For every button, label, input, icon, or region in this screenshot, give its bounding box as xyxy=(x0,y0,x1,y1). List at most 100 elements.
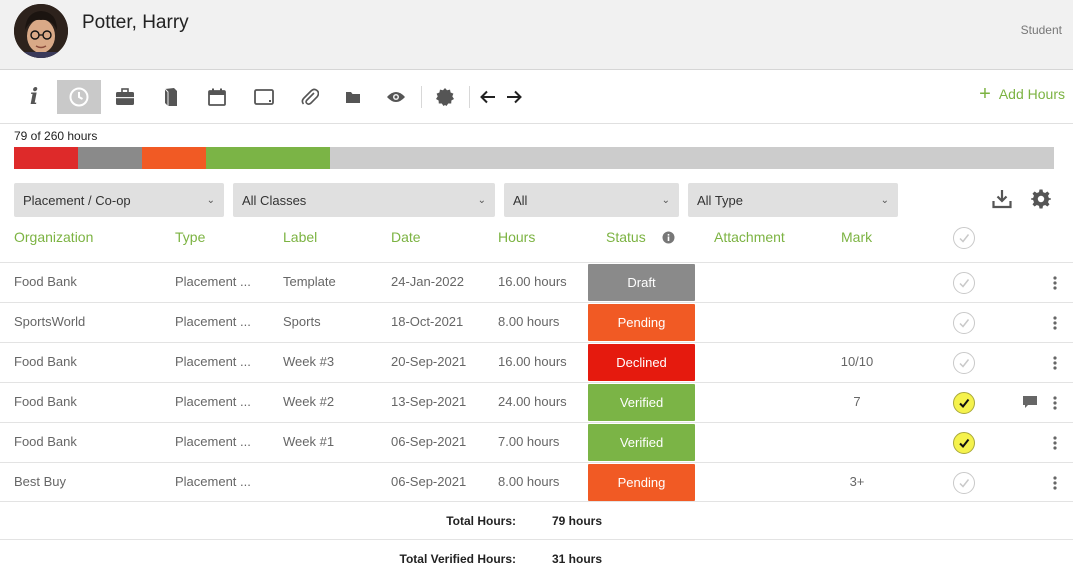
column-header-mark[interactable]: Mark xyxy=(841,229,872,245)
cell-type: Placement ... xyxy=(175,394,251,409)
verify-check-icon[interactable] xyxy=(953,272,975,294)
verify-check-icon[interactable] xyxy=(953,312,975,334)
cell-type: Placement ... xyxy=(175,314,251,329)
add-hours-label: Add Hours xyxy=(998,86,1065,102)
column-header-organization[interactable]: Organization xyxy=(14,229,93,245)
column-header-label[interactable]: Label xyxy=(283,229,317,245)
cell-type: Placement ... xyxy=(175,474,251,489)
status-badge: Declined xyxy=(588,344,695,381)
classes-filter-value: All Classes xyxy=(242,192,307,208)
chevron-down-icon: ⌄ xyxy=(880,194,889,206)
cell-type: Placement ... xyxy=(175,434,251,449)
badge-icon[interactable] xyxy=(423,80,467,114)
total-verified-hours-row: Total Verified Hours: 31 hours xyxy=(0,539,1073,570)
more-options-icon[interactable] xyxy=(1048,473,1062,493)
cell-label: Template xyxy=(283,274,336,289)
cell-hours: 8.00 hours xyxy=(498,474,560,489)
cell-organization: Food Bank xyxy=(14,394,77,409)
status-badge: Pending xyxy=(588,304,695,341)
progress-segment-draft xyxy=(78,147,142,169)
select-all-check-icon[interactable] xyxy=(953,227,975,249)
column-header-date[interactable]: Date xyxy=(391,229,421,245)
total-verified-hours-label: Total Verified Hours: xyxy=(399,552,516,566)
table-row[interactable]: Food Bank Placement ... Week #3 20-Sep-2… xyxy=(0,342,1073,382)
column-header-status[interactable]: Status xyxy=(606,229,646,245)
cell-date: 06-Sep-2021 xyxy=(391,474,467,489)
chevron-down-icon: ⌄ xyxy=(206,194,215,206)
info-icon[interactable]: i xyxy=(12,80,56,114)
folder-icon[interactable] xyxy=(331,80,375,114)
column-header-hours[interactable]: Hours xyxy=(498,229,535,245)
toolbar: i + Add Hours xyxy=(0,70,1073,124)
more-options-icon[interactable] xyxy=(1048,313,1062,333)
cell-mark: 7 xyxy=(853,394,861,409)
verify-check-icon[interactable] xyxy=(953,432,975,454)
cell-mark: 10/10 xyxy=(840,354,874,369)
cell-organization: Best Buy xyxy=(14,474,67,489)
cell-type: Placement ... xyxy=(175,274,251,289)
status-badge: Verified xyxy=(588,384,695,421)
cell-organization: Food Bank xyxy=(14,354,77,369)
cell-hours: 7.00 hours xyxy=(498,434,560,449)
total-verified-hours-value: 31 hours xyxy=(552,552,603,566)
role-label: Student xyxy=(1020,23,1062,37)
book-icon[interactable] xyxy=(149,80,193,114)
info-circle-icon[interactable] xyxy=(662,231,675,249)
comment-icon[interactable] xyxy=(1022,395,1038,414)
cell-hours: 16.00 hours xyxy=(498,354,567,369)
cell-type: Placement ... xyxy=(175,354,251,369)
verify-check-icon[interactable] xyxy=(953,472,975,494)
status-badge: Verified xyxy=(588,424,695,461)
total-hours-row: Total Hours: 79 hours xyxy=(0,501,1073,539)
classes-filter-select[interactable]: All Classes ⌄ xyxy=(233,183,495,217)
download-icon[interactable] xyxy=(990,187,1014,211)
total-hours-value: 79 hours xyxy=(552,514,603,528)
more-options-icon[interactable] xyxy=(1048,353,1062,373)
cell-date: 20-Sep-2021 xyxy=(391,354,467,369)
program-filter-select[interactable]: Placement / Co-op ⌄ xyxy=(14,183,224,217)
cell-hours: 8.00 hours xyxy=(498,314,560,329)
status-badge: Draft xyxy=(588,264,695,301)
cell-label: Sports xyxy=(283,314,321,329)
column-header-attachment[interactable]: Attachment xyxy=(714,229,785,245)
type-filter-select[interactable]: All Type ⌄ xyxy=(688,183,898,217)
gear-icon[interactable] xyxy=(1029,187,1053,211)
eye-icon[interactable] xyxy=(374,80,418,114)
verify-check-icon[interactable] xyxy=(953,392,975,414)
status-filter-select[interactable]: All ⌄ xyxy=(504,183,679,217)
table-row[interactable]: Food Bank Placement ... Week #2 13-Sep-2… xyxy=(0,382,1073,422)
arrow-right-icon[interactable] xyxy=(492,80,536,114)
add-hours-button[interactable]: + Add Hours xyxy=(979,84,1065,104)
more-options-icon[interactable] xyxy=(1048,433,1062,453)
calendar-icon[interactable] xyxy=(195,80,239,114)
cell-date: 24-Jan-2022 xyxy=(391,274,464,289)
cell-date: 13-Sep-2021 xyxy=(391,394,467,409)
toolbar-divider xyxy=(421,86,422,108)
briefcase-icon[interactable] xyxy=(103,80,147,114)
cell-hours: 16.00 hours xyxy=(498,274,567,289)
cell-date: 18-Oct-2021 xyxy=(391,314,464,329)
chevron-down-icon: ⌄ xyxy=(477,194,486,206)
hours-progress-label: 79 of 260 hours xyxy=(14,129,98,143)
column-header-type[interactable]: Type xyxy=(175,229,205,245)
table-row[interactable]: SportsWorld Placement ... Sports 18-Oct-… xyxy=(0,302,1073,342)
cell-hours: 24.00 hours xyxy=(498,394,567,409)
total-hours-label: Total Hours: xyxy=(446,514,516,528)
more-options-icon[interactable] xyxy=(1048,393,1062,413)
cell-organization: SportsWorld xyxy=(14,314,86,329)
tablet-icon[interactable] xyxy=(242,80,286,114)
table-row[interactable]: Food Bank Placement ... Template 24-Jan-… xyxy=(0,262,1073,302)
avatar xyxy=(14,4,68,58)
cell-organization: Food Bank xyxy=(14,434,77,449)
cell-date: 06-Sep-2021 xyxy=(391,434,467,449)
more-options-icon[interactable] xyxy=(1048,273,1062,293)
paperclip-icon[interactable] xyxy=(288,80,332,114)
table-row[interactable]: Food Bank Placement ... Week #1 06-Sep-2… xyxy=(0,422,1073,462)
clock-icon[interactable] xyxy=(57,80,101,114)
progress-segment-verified xyxy=(206,147,330,169)
cell-label: Week #2 xyxy=(283,394,335,409)
type-filter-value: All Type xyxy=(697,192,744,208)
table-row[interactable]: Best Buy Placement ... 06-Sep-2021 8.00 … xyxy=(0,462,1073,502)
verify-check-icon[interactable] xyxy=(953,352,975,374)
student-name: Potter, Harry xyxy=(82,12,189,33)
